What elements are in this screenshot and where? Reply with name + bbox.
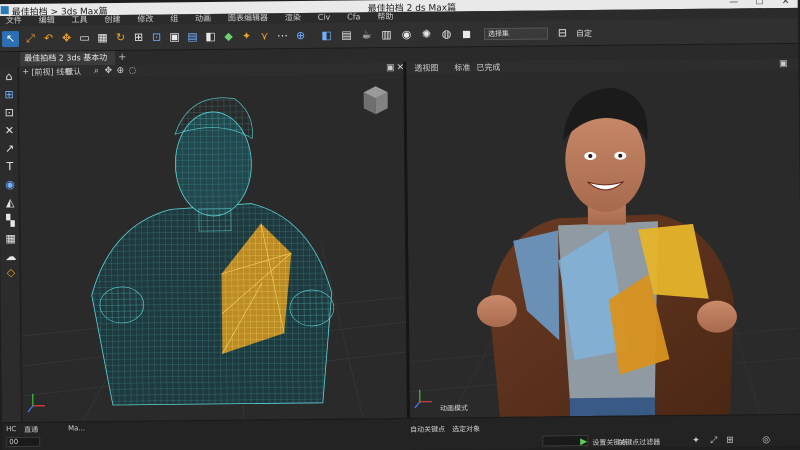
menu-civ[interactable]: Civ <box>318 13 331 23</box>
shaded-character <box>476 87 737 417</box>
rotate-icon[interactable]: ↻ <box>112 30 129 46</box>
render-frame-icon[interactable]: ▥ <box>378 27 395 43</box>
hierarchy-icon[interactable]: ⊡ <box>2 106 17 120</box>
command-panel: ⌂ ⊞ ⊡ ✕ ↗ T ◉ ◭ ▚ ▦ ☁ ◇ <box>0 65 23 423</box>
angle-snap-icon[interactable]: ◧ <box>202 29 219 45</box>
viewport-right-status[interactable]: 已完成 <box>476 62 500 73</box>
key-filters-label[interactable]: 关键点过滤器 <box>618 437 660 447</box>
search-icon[interactable]: ⌕ <box>91 65 101 77</box>
align-icon[interactable]: ✦ <box>238 29 255 45</box>
shaded-scene <box>409 87 800 418</box>
cloud-icon[interactable]: ☁ <box>3 250 18 264</box>
teapot-icon[interactable]: ☕ <box>358 27 375 43</box>
material-icon[interactable]: ◧ <box>318 28 335 44</box>
wireframe-character <box>91 97 335 406</box>
menu-edit[interactable]: 编辑 <box>39 16 55 26</box>
axis-gizmo-icon <box>27 393 45 413</box>
play-icon[interactable]: ▶ <box>580 437 587 447</box>
tab-workspace[interactable]: 最佳拍档 2 3ds 基本功能 <box>20 50 116 77</box>
maximize-icon[interactable]: ☐ <box>748 0 772 8</box>
viewport-front-wireframe[interactable]: + [前视] 线框 默认 ⌕ ✥ ⊕ ◌ ▣ ✕ <box>19 61 408 422</box>
viewport-right-maximize-icon[interactable]: ▣ <box>778 58 788 70</box>
app-window: 最佳拍档 > 3ds Max篇 最佳拍档 2 ds Max篇 — ☐ ✕ 文件 … <box>0 0 800 450</box>
field-of-view-icon[interactable]: ⊞ <box>726 436 734 446</box>
toolbar-right-label[interactable]: 自定 <box>576 28 592 39</box>
environment-icon[interactable]: ◍ <box>438 26 455 42</box>
display-icon[interactable]: ↗ <box>2 142 17 156</box>
geometry-icon[interactable]: ◭ <box>3 196 18 210</box>
camera-icon[interactable]: ◉ <box>398 27 415 43</box>
pivot-icon[interactable]: ▣ <box>166 29 183 45</box>
menu-help[interactable]: 帮助 <box>377 12 393 22</box>
zoom-icon[interactable]: ⊕ <box>115 65 125 77</box>
scale-icon[interactable]: ⊞ <box>130 30 147 46</box>
layer-icon[interactable]: ⋎ <box>256 28 273 44</box>
undo-icon[interactable]: ↶ <box>40 31 57 47</box>
menu-graph-editor[interactable]: 图表编辑器 <box>228 13 268 23</box>
create-icon[interactable]: ⌂ <box>1 70 16 84</box>
selection-set-dropdown[interactable]: 选择集 <box>483 27 549 41</box>
grid-icon[interactable]: ▦ <box>3 232 18 246</box>
pan-icon[interactable]: ✥ <box>103 65 113 77</box>
menu-group[interactable]: 组 <box>170 14 178 24</box>
schematic-icon[interactable]: ⊕ <box>292 28 309 44</box>
render-icon[interactable]: ◼ <box>458 26 475 42</box>
named-selection-icon[interactable]: ⊟ <box>554 25 571 41</box>
text-icon[interactable]: T <box>2 160 17 174</box>
menu-modify[interactable]: 修改 <box>137 15 153 25</box>
status-right-label[interactable]: Ma... <box>68 424 85 432</box>
select-region-icon[interactable]: ▭ <box>76 30 93 46</box>
status-left-label: HC <box>6 425 17 434</box>
select-icon[interactable]: ↖ <box>1 30 20 48</box>
viewport-left-menu[interactable]: + <box>22 67 29 76</box>
move-icon[interactable]: ✥ <box>58 30 75 46</box>
selected-objects-label[interactable]: 选定对象 <box>452 424 480 434</box>
menu-tools[interactable]: 工具 <box>72 15 88 25</box>
menu-animation[interactable]: 动画 <box>195 14 211 24</box>
modify-icon[interactable]: ⊞ <box>2 88 17 102</box>
orbit-status-icon[interactable]: ◎ <box>762 435 770 445</box>
link-icon[interactable]: ⤢ <box>22 31 39 47</box>
app-logo-icon <box>0 6 9 15</box>
orbit-icon[interactable]: ◌ <box>127 65 137 77</box>
curve-editor-icon[interactable]: ⋯ <box>274 28 291 44</box>
viewport-right-label[interactable]: 透视图 <box>414 63 438 74</box>
reference-coord-icon[interactable]: ⊡ <box>148 29 165 45</box>
render-setup-icon[interactable]: ▤ <box>338 27 355 43</box>
viewport-left-shading[interactable]: 默认 <box>65 66 81 77</box>
viewport-right-shading[interactable]: 标准 <box>454 62 470 73</box>
add-tab-icon[interactable]: + <box>116 52 128 64</box>
snap-icon[interactable]: ▤ <box>184 29 201 45</box>
menu-render[interactable]: 渲染 <box>285 13 301 23</box>
status-mid-label[interactable]: 直通 <box>24 425 38 435</box>
frame-field[interactable]: 00 <box>6 436 41 448</box>
wireframe-scene <box>22 86 407 422</box>
frame-field-value: 00 <box>9 438 19 447</box>
menu-file[interactable]: 文件 <box>6 16 22 26</box>
minimize-icon[interactable]: — <box>722 0 746 9</box>
axis-gizmo-right-icon <box>414 389 432 409</box>
key-icon[interactable]: ✦ <box>692 436 700 446</box>
diamond-icon[interactable]: ◇ <box>3 266 18 280</box>
window-crossing-icon[interactable]: ▦ <box>94 30 111 46</box>
viewport-maximize-icon[interactable]: ▣ <box>385 62 395 74</box>
utilities-icon[interactable]: ▚ <box>3 214 18 228</box>
auto-key-label[interactable]: 自动关键点 <box>410 425 445 435</box>
menu-cfa[interactable]: Cfa <box>347 12 360 22</box>
view-cube-icon[interactable] <box>363 86 388 115</box>
mirror-icon[interactable]: ◆ <box>220 29 237 45</box>
motion-icon[interactable]: ✕ <box>2 124 17 138</box>
menu-create[interactable]: 创建 <box>104 15 120 25</box>
zoom-extents-icon[interactable]: ⤢ <box>710 436 717 446</box>
viewport-perspective-shaded[interactable]: 透视图 标准 已完成 ▣ 动画模式 <box>406 57 800 418</box>
light-icon[interactable]: ✺ <box>418 27 435 43</box>
shape-icon[interactable]: ◉ <box>2 178 17 192</box>
viewport-right-caption: 动画模式 <box>439 404 468 413</box>
